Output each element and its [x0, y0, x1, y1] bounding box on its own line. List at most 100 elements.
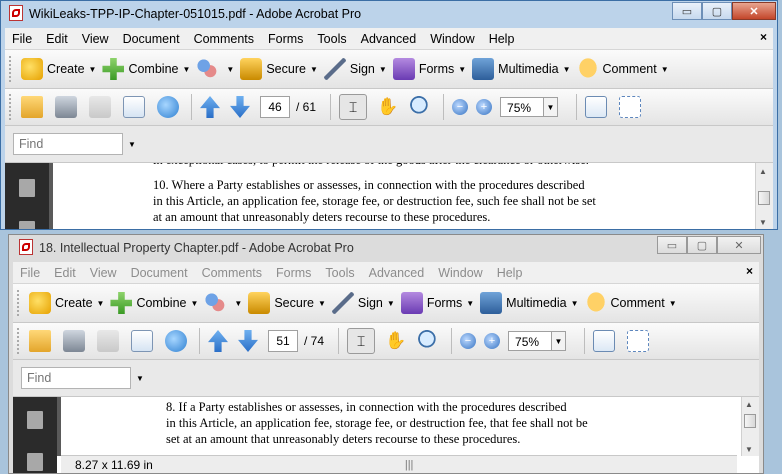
fit-page-icon[interactable]: [619, 96, 642, 118]
fit-width-icon[interactable]: [593, 330, 616, 352]
menu-document[interactable]: Document: [124, 266, 195, 280]
create-button[interactable]: Create ▼: [29, 292, 104, 314]
select-tool-icon[interactable]: ⌶: [339, 94, 368, 120]
attachments-panel-icon[interactable]: [27, 453, 43, 471]
find-dropdown-icon[interactable]: ▼: [128, 140, 136, 149]
fit-width-icon[interactable]: [585, 96, 608, 118]
zoom-in-icon[interactable]: +: [476, 99, 493, 115]
zoom-dropdown-icon[interactable]: ▼: [552, 331, 567, 351]
toolbar-grip[interactable]: [17, 290, 23, 316]
save-icon[interactable]: [97, 330, 119, 352]
comment-button[interactable]: Comment ▼: [576, 58, 669, 80]
print-icon[interactable]: [63, 330, 85, 352]
menu-file[interactable]: File: [5, 32, 39, 46]
multimedia-button[interactable]: Multimedia ▼: [472, 58, 571, 80]
secure-button[interactable]: Secure ▼: [248, 292, 326, 314]
document-close-icon[interactable]: ×: [746, 264, 753, 278]
pages-panel-icon[interactable]: [27, 411, 43, 429]
marquee-zoom-icon[interactable]: [417, 330, 440, 352]
toolbar-grip[interactable]: [17, 328, 23, 354]
horizontal-scroll-grip-icon[interactable]: |||: [405, 459, 414, 471]
web-globe-icon[interactable]: [165, 330, 187, 352]
zoom-dropdown-icon[interactable]: ▼: [544, 97, 559, 117]
web-globe-icon[interactable]: [157, 96, 179, 118]
zoom-out-icon[interactable]: −: [452, 99, 469, 115]
scroll-down-icon[interactable]: ▼: [759, 218, 767, 227]
combine-button[interactable]: Combine ▼: [102, 58, 190, 80]
menu-file[interactable]: File: [13, 266, 47, 280]
minimize-button[interactable]: ▭: [672, 2, 702, 20]
create-button[interactable]: Create ▼: [21, 58, 96, 80]
find-input[interactable]: [13, 133, 123, 155]
menu-comments[interactable]: Comments: [187, 32, 261, 46]
menu-edit[interactable]: Edit: [47, 266, 83, 280]
previous-page-icon[interactable]: [208, 330, 228, 352]
menu-help[interactable]: Help: [482, 32, 522, 46]
fit-page-icon[interactable]: [627, 330, 650, 352]
menu-tools[interactable]: Tools: [310, 32, 353, 46]
page-number-input[interactable]: 46: [260, 96, 290, 118]
menu-forms[interactable]: Forms: [269, 266, 318, 280]
minimize-button[interactable]: ▭: [657, 236, 687, 254]
hand-tool-icon[interactable]: ✋: [377, 96, 399, 118]
menu-forms[interactable]: Forms: [261, 32, 310, 46]
menu-tools[interactable]: Tools: [318, 266, 361, 280]
page-number-input[interactable]: 51: [268, 330, 298, 352]
menu-window[interactable]: Window: [431, 266, 489, 280]
scroll-up-icon[interactable]: ▲: [745, 400, 753, 409]
close-button[interactable]: ✕: [717, 236, 761, 254]
marquee-zoom-icon[interactable]: [409, 96, 432, 118]
vertical-scrollbar[interactable]: ▲ ▼: [755, 163, 773, 229]
scroll-up-icon[interactable]: ▲: [759, 167, 767, 176]
scroll-thumb[interactable]: [758, 191, 770, 205]
toolbar-grip[interactable]: [9, 94, 15, 120]
zoom-out-icon[interactable]: −: [460, 333, 477, 349]
menu-view[interactable]: View: [83, 266, 124, 280]
hand-tool-icon[interactable]: ✋: [385, 330, 407, 352]
menu-view[interactable]: View: [75, 32, 116, 46]
pages-panel-icon[interactable]: [19, 179, 35, 197]
multimedia-button[interactable]: Multimedia ▼: [480, 292, 579, 314]
vertical-scrollbar[interactable]: ▲ ▼: [741, 397, 759, 456]
email-icon[interactable]: [131, 330, 153, 352]
scroll-thumb[interactable]: [744, 414, 756, 428]
comment-button[interactable]: Comment ▼: [584, 292, 677, 314]
email-icon[interactable]: [123, 96, 145, 118]
previous-page-icon[interactable]: [200, 96, 220, 118]
find-input[interactable]: [21, 367, 131, 389]
document-close-icon[interactable]: ×: [760, 30, 767, 44]
sign-button[interactable]: Sign ▼: [323, 58, 387, 80]
print-icon[interactable]: [55, 96, 77, 118]
menu-help[interactable]: Help: [490, 266, 530, 280]
maximize-button[interactable]: ▢: [687, 236, 717, 254]
maximize-button[interactable]: ▢: [702, 2, 732, 20]
zoom-level-input[interactable]: 75%: [500, 97, 545, 117]
menu-window[interactable]: Window: [423, 32, 481, 46]
scroll-down-icon[interactable]: ▼: [745, 445, 753, 454]
forms-button[interactable]: Forms ▼: [392, 58, 466, 80]
select-tool-icon[interactable]: ⌶: [347, 328, 376, 354]
menu-advanced[interactable]: Advanced: [354, 32, 424, 46]
close-button[interactable]: ✕: [732, 2, 776, 20]
open-folder-icon[interactable]: [21, 96, 43, 118]
sign-button[interactable]: Sign ▼: [331, 292, 395, 314]
zoom-in-icon[interactable]: +: [484, 333, 501, 349]
secure-button[interactable]: Secure ▼: [240, 58, 318, 80]
title-bar[interactable]: 18. Intellectual Property Chapter.pdf - …: [9, 235, 763, 261]
menu-edit[interactable]: Edit: [39, 32, 75, 46]
menu-advanced[interactable]: Advanced: [362, 266, 432, 280]
combine-button[interactable]: Combine ▼: [110, 292, 198, 314]
toolbar-grip[interactable]: [9, 56, 15, 82]
open-folder-icon[interactable]: [29, 330, 51, 352]
next-page-icon[interactable]: [230, 96, 250, 118]
save-icon[interactable]: [89, 96, 111, 118]
forms-button[interactable]: Forms ▼: [400, 292, 474, 314]
title-bar[interactable]: WikiLeaks-TPP-IP-Chapter-051015.pdf - Ad…: [1, 1, 777, 27]
collaborate-button[interactable]: ▼: [196, 58, 234, 80]
collaborate-button[interactable]: ▼: [204, 292, 242, 314]
attachments-panel-icon[interactable]: [19, 221, 35, 229]
menu-comments[interactable]: Comments: [195, 266, 269, 280]
find-dropdown-icon[interactable]: ▼: [136, 374, 144, 383]
zoom-level-input[interactable]: 75%: [508, 331, 553, 351]
menu-document[interactable]: Document: [116, 32, 187, 46]
